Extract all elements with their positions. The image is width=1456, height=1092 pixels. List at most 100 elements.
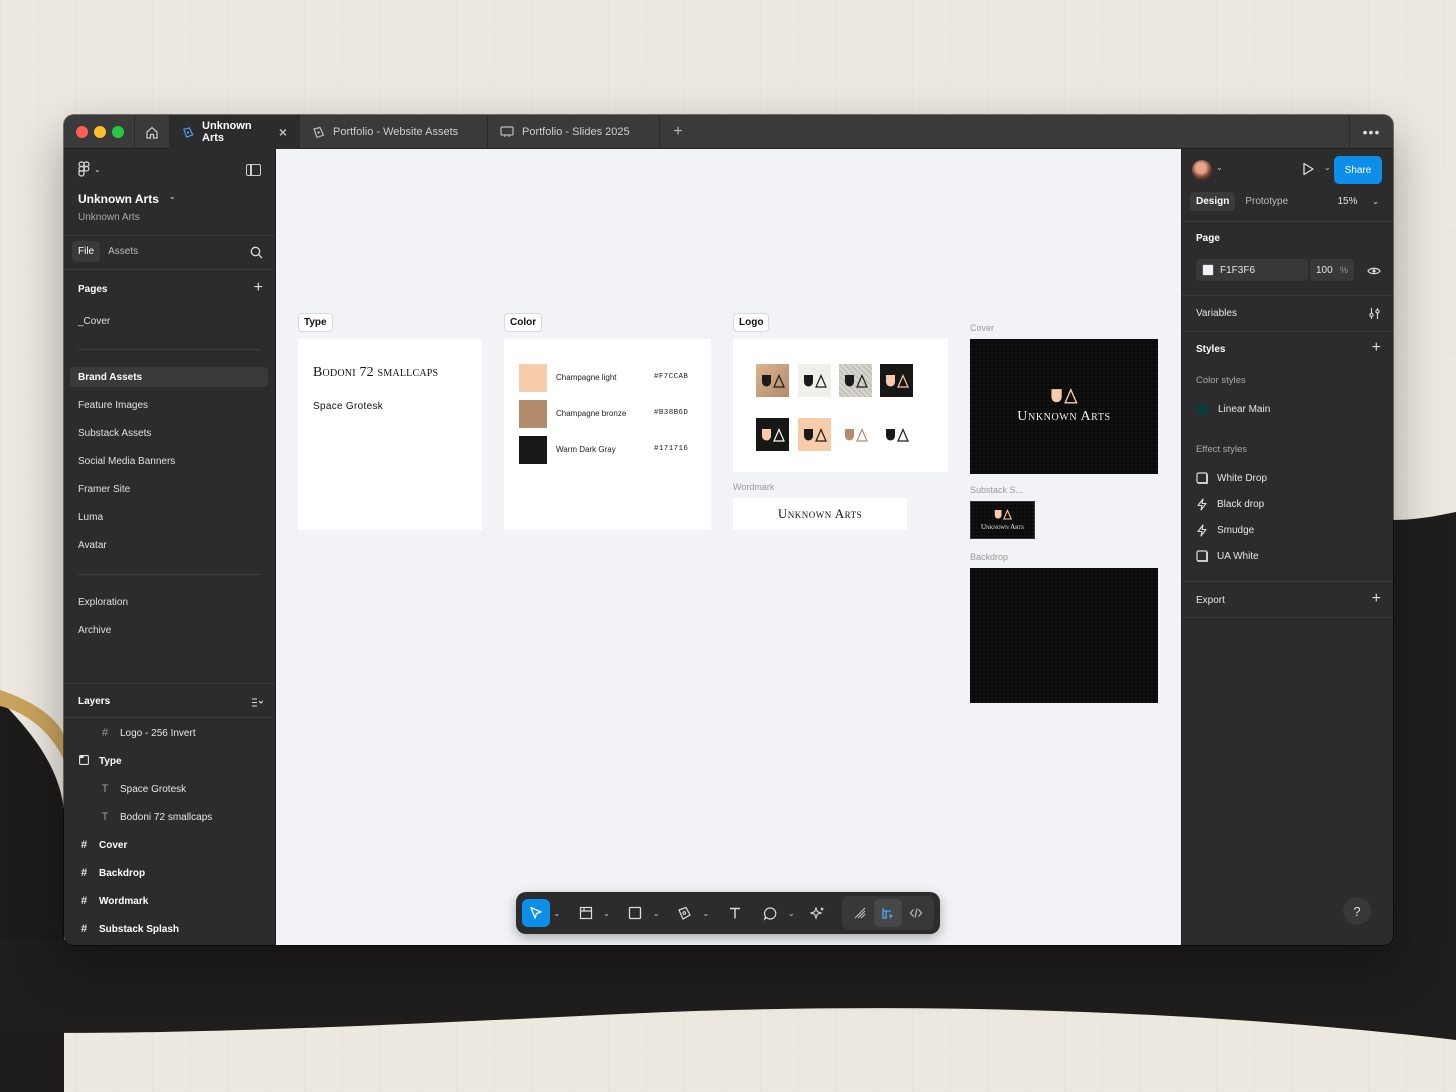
logo-variant[interactable] <box>756 418 789 451</box>
layer-item[interactable]: T Bodoni 72 smallcaps <box>100 811 213 823</box>
page-item-feature-images[interactable]: Feature Images <box>70 395 268 415</box>
wordmark-frame[interactable]: Unknown Arts <box>733 498 907 530</box>
cover-frame[interactable]: Unknown Arts <box>970 339 1158 474</box>
page-color-swatch[interactable] <box>1202 264 1214 276</box>
page-item-archive[interactable]: Archive <box>70 620 268 640</box>
more-options-button[interactable]: ••• <box>1349 115 1393 149</box>
dev-mode-button[interactable] <box>902 899 930 927</box>
effect-style-item[interactable]: Smudge <box>1196 524 1254 537</box>
page-opacity-field[interactable]: 100 % <box>1310 259 1354 281</box>
frame-label-cover[interactable]: Cover <box>970 323 994 333</box>
zoom-menu[interactable]: 15% ⌄ <box>1338 196 1380 207</box>
pen-tool-button[interactable] <box>671 899 699 927</box>
home-button[interactable] <box>134 115 170 149</box>
effect-style-item[interactable]: UA White <box>1196 550 1259 562</box>
page-item-exploration[interactable]: Exploration <box>70 592 268 612</box>
tab-file[interactable]: File <box>72 241 101 262</box>
logo-variant[interactable] <box>756 364 789 397</box>
frame-tool-button[interactable] <box>572 899 600 927</box>
new-tab-button[interactable]: + <box>664 115 692 149</box>
color-swatch-row[interactable]: Warm Dark Gray #171716 <box>519 436 688 464</box>
share-button[interactable]: Share <box>1334 156 1382 184</box>
page-item-substack-assets[interactable]: Substack Assets <box>70 423 268 443</box>
page-item-brand-assets[interactable]: Brand Assets <box>70 367 268 387</box>
layer-item[interactable]: # Backdrop <box>79 867 145 879</box>
maximize-window-button[interactable] <box>112 126 124 138</box>
color-section[interactable]: Champagne light #F7CCAB Champagne bronze… <box>504 339 711 530</box>
search-button[interactable] <box>250 246 263 264</box>
logo-variant[interactable] <box>798 418 831 451</box>
file-name-button[interactable]: Unknown Arts ⌄ <box>78 192 176 206</box>
design-mode-button[interactable] <box>874 899 903 927</box>
logo-variant[interactable] <box>880 364 913 397</box>
frame-label-substack[interactable]: Substack S... <box>970 485 1023 495</box>
add-page-button[interactable]: + <box>254 280 263 296</box>
avatar[interactable] <box>1192 160 1212 180</box>
draw-mode-button[interactable] <box>846 899 874 927</box>
close-window-button[interactable] <box>76 126 88 138</box>
add-export-button[interactable]: + <box>1372 591 1381 607</box>
design-canvas[interactable]: Type Bodoni 72 smallcaps Space Grotesk C… <box>276 149 1181 945</box>
help-button[interactable]: ? <box>1343 897 1371 925</box>
logo-variant[interactable] <box>880 418 913 451</box>
page-color-field[interactable]: F1F3F6 <box>1196 259 1308 281</box>
toggle-visibility-button[interactable] <box>1367 263 1381 281</box>
color-swatch-row[interactable]: Champagne light #F7CCAB <box>519 364 688 392</box>
chevron-down-icon[interactable]: ⌄ <box>599 909 613 918</box>
comment-tool-button[interactable] <box>757 899 785 927</box>
actions-button[interactable] <box>804 899 832 927</box>
frame-label-backdrop[interactable]: Backdrop <box>970 552 1008 562</box>
section-label-type[interactable]: Type <box>298 313 333 332</box>
type-sample-space-grotesk[interactable]: Space Grotesk <box>313 401 383 412</box>
chevron-down-icon[interactable]: ⌄ <box>784 909 798 918</box>
page-item-framer-site[interactable]: Framer Site <box>70 479 268 499</box>
logo-variant[interactable] <box>798 364 831 397</box>
collapse-layers-button[interactable] <box>251 695 264 713</box>
section-label-color[interactable]: Color <box>504 313 543 332</box>
close-tab-icon[interactable]: × <box>279 124 287 140</box>
page-item-social-media-banners[interactable]: Social Media Banners <box>70 451 268 471</box>
chevron-down-icon[interactable]: ⌄ <box>1216 163 1223 172</box>
tab-portfolio-slides-2025[interactable]: Portfolio - Slides 2025 <box>488 115 660 149</box>
color-swatch-row[interactable]: Champagne bronze #B38B6D <box>519 400 688 428</box>
text-tool-button[interactable] <box>721 899 749 927</box>
tab-design[interactable]: Design <box>1190 192 1236 211</box>
type-section[interactable]: Bodoni 72 smallcaps Space Grotesk <box>298 339 482 530</box>
chevron-down-icon[interactable]: ⌄ <box>550 909 564 918</box>
page-item-avatar[interactable]: Avatar <box>70 535 268 555</box>
move-tool-button[interactable] <box>522 899 550 927</box>
logo-variant[interactable] <box>839 418 872 451</box>
effect-style-item[interactable]: White Drop <box>1196 472 1267 484</box>
layer-item[interactable]: # Wordmark <box>79 895 148 907</box>
layer-item[interactable]: # Cover <box>79 839 127 851</box>
logo-variant[interactable] <box>839 364 872 397</box>
chevron-down-icon[interactable]: ⌄ <box>699 909 713 918</box>
tab-portfolio-website-assets[interactable]: Portfolio - Website Assets <box>300 115 488 149</box>
type-sample-bodoni[interactable]: Bodoni 72 smallcaps <box>313 365 438 381</box>
logo-section[interactable] <box>733 339 948 472</box>
toggle-sidebar-button[interactable] <box>246 164 261 176</box>
layer-item[interactable]: # Logo - 256 Invert <box>100 727 196 739</box>
backdrop-frame[interactable] <box>970 568 1158 703</box>
tab-unknown-arts[interactable]: Unknown Arts × <box>170 115 300 149</box>
section-label-logo[interactable]: Logo <box>733 313 770 332</box>
page-item-luma[interactable]: Luma <box>70 507 268 527</box>
tab-assets[interactable]: Assets <box>102 241 144 262</box>
present-button[interactable] <box>1301 162 1315 181</box>
tab-prototype[interactable]: Prototype <box>1239 192 1294 211</box>
layer-item[interactable]: Type <box>79 755 122 768</box>
chevron-down-icon[interactable]: ⌄ <box>649 909 663 918</box>
color-style-item[interactable]: Linear Main <box>1196 403 1270 416</box>
substack-splash-frame[interactable]: Unknown Arts <box>970 501 1035 539</box>
open-variables-button[interactable] <box>1368 307 1381 325</box>
effect-style-item[interactable]: Black drop <box>1196 498 1264 511</box>
page-item-cover[interactable]: _Cover <box>70 311 268 331</box>
minimize-window-button[interactable] <box>94 126 106 138</box>
layer-item[interactable]: # Substack Splash <box>79 923 179 935</box>
shape-tool-button[interactable] <box>621 899 649 927</box>
frame-label-wordmark[interactable]: Wordmark <box>733 482 774 492</box>
add-style-button[interactable]: + <box>1372 340 1381 356</box>
main-menu-button[interactable]: ⌄ <box>78 161 101 177</box>
chevron-down-icon[interactable]: ⌄ <box>1324 163 1331 172</box>
layer-item[interactable]: T Space Grotesk <box>100 783 187 795</box>
